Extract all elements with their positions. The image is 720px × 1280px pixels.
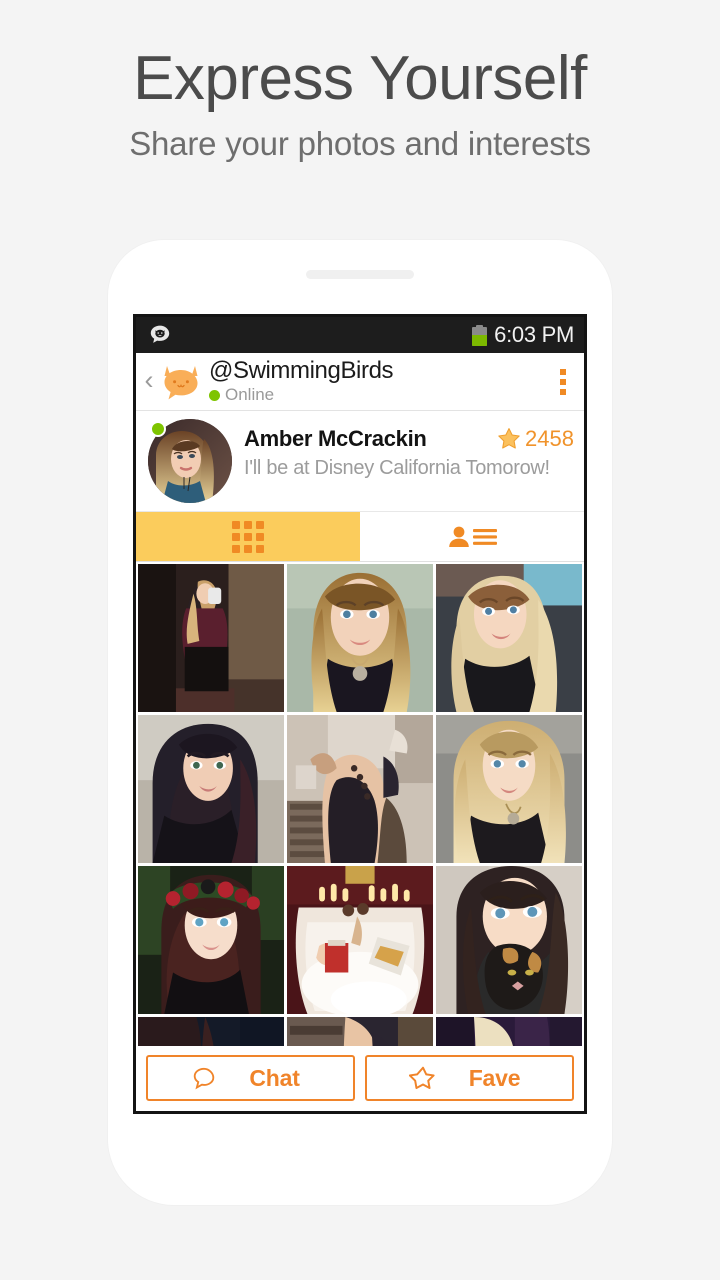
fave-button[interactable]: Fave — [365, 1055, 574, 1101]
person-list-icon — [448, 525, 497, 549]
star-icon — [498, 428, 520, 449]
photo-cell[interactable] — [287, 866, 433, 1014]
photo-10 — [138, 1017, 284, 1046]
chat-button-label: Chat — [249, 1064, 300, 1091]
profile-handle: @SwimmingBirds — [209, 356, 394, 384]
photo-cell[interactable] — [138, 866, 284, 1014]
fave-count-group: 2458 — [496, 426, 574, 452]
cat-logo-icon — [164, 365, 198, 399]
photo-cell[interactable] — [287, 564, 433, 712]
photo-6 — [436, 715, 582, 863]
overflow-menu-icon[interactable] — [548, 363, 578, 401]
fave-count-value: 2458 — [525, 426, 574, 451]
profile-status-text: I'll be at Disney California Tomorow! — [244, 457, 550, 479]
chat-button[interactable]: Chat — [146, 1055, 355, 1101]
status-bar-right: 6:03 PM — [472, 322, 574, 348]
chat-bubble-icon — [193, 1067, 214, 1090]
profile-summary[interactable]: Amber McCrackin 2458 I'll be at Disney C… — [136, 411, 584, 512]
phone-speaker-grille — [306, 270, 414, 279]
photo-12 — [436, 1017, 582, 1046]
page-title: Express Yourself — [133, 44, 587, 113]
photo-11 — [287, 1017, 433, 1046]
photo-5 — [287, 715, 433, 863]
photo-cell[interactable] — [287, 1017, 433, 1046]
tab-bar — [136, 512, 584, 562]
photo-cell[interactable] — [436, 866, 582, 1014]
tab-photos[interactable] — [136, 512, 360, 561]
photo-cell[interactable] — [138, 715, 284, 863]
photo-9 — [436, 866, 582, 1014]
photo-cell[interactable] — [436, 564, 582, 712]
photo-cell[interactable] — [138, 1017, 284, 1046]
profile-name-row: Amber McCrackin 2458 — [244, 426, 574, 452]
star-outline-icon — [408, 1066, 435, 1090]
photo-1 — [138, 564, 284, 712]
photo-3 — [436, 564, 582, 712]
promo-header: Express Yourself Share your photos and i… — [0, 0, 720, 163]
profile-name: Amber McCrackin — [244, 426, 427, 451]
profile-details: Amber McCrackin 2458 I'll be at Disney C… — [244, 419, 574, 480]
online-dot-icon — [209, 389, 220, 401]
page-subtitle: Share your photos and interests — [129, 125, 591, 163]
online-status-badge — [150, 421, 166, 437]
status-bar-clock: 6:03 PM — [494, 322, 574, 347]
photo-cell[interactable] — [138, 564, 284, 712]
presence-row: Online — [209, 385, 393, 405]
grid-icon — [232, 520, 264, 553]
phone-mockup: 6:03 PM ‹ @SwimmingBirds Online Amber Mc… — [108, 240, 612, 1205]
battery-icon — [472, 324, 488, 346]
action-bar: Chat Fave — [136, 1046, 584, 1111]
cat-chat-icon — [150, 325, 170, 343]
photo-2 — [287, 564, 433, 712]
photo-4 — [138, 715, 284, 863]
presence-label: Online — [225, 385, 275, 405]
app-bar-titles: @SwimmingBirds Online — [209, 356, 394, 406]
photo-7 — [138, 866, 284, 1014]
back-chevron-icon[interactable]: ‹ — [140, 366, 158, 397]
phone-screen: 6:03 PM ‹ @SwimmingBirds Online Amber Mc… — [133, 314, 587, 1114]
photo-cell[interactable] — [287, 715, 433, 863]
avatar-wrapper[interactable] — [148, 419, 232, 503]
photo-cell[interactable] — [436, 1017, 582, 1046]
fave-button-label: Fave — [468, 1064, 521, 1091]
tab-profile-info[interactable] — [360, 512, 584, 561]
app-bar: ‹ @SwimmingBirds Online — [136, 353, 584, 411]
status-bar: 6:03 PM — [136, 317, 584, 353]
photo-8 — [287, 866, 433, 1014]
photo-grid[interactable] — [136, 562, 584, 1046]
photo-cell[interactable] — [436, 715, 582, 863]
